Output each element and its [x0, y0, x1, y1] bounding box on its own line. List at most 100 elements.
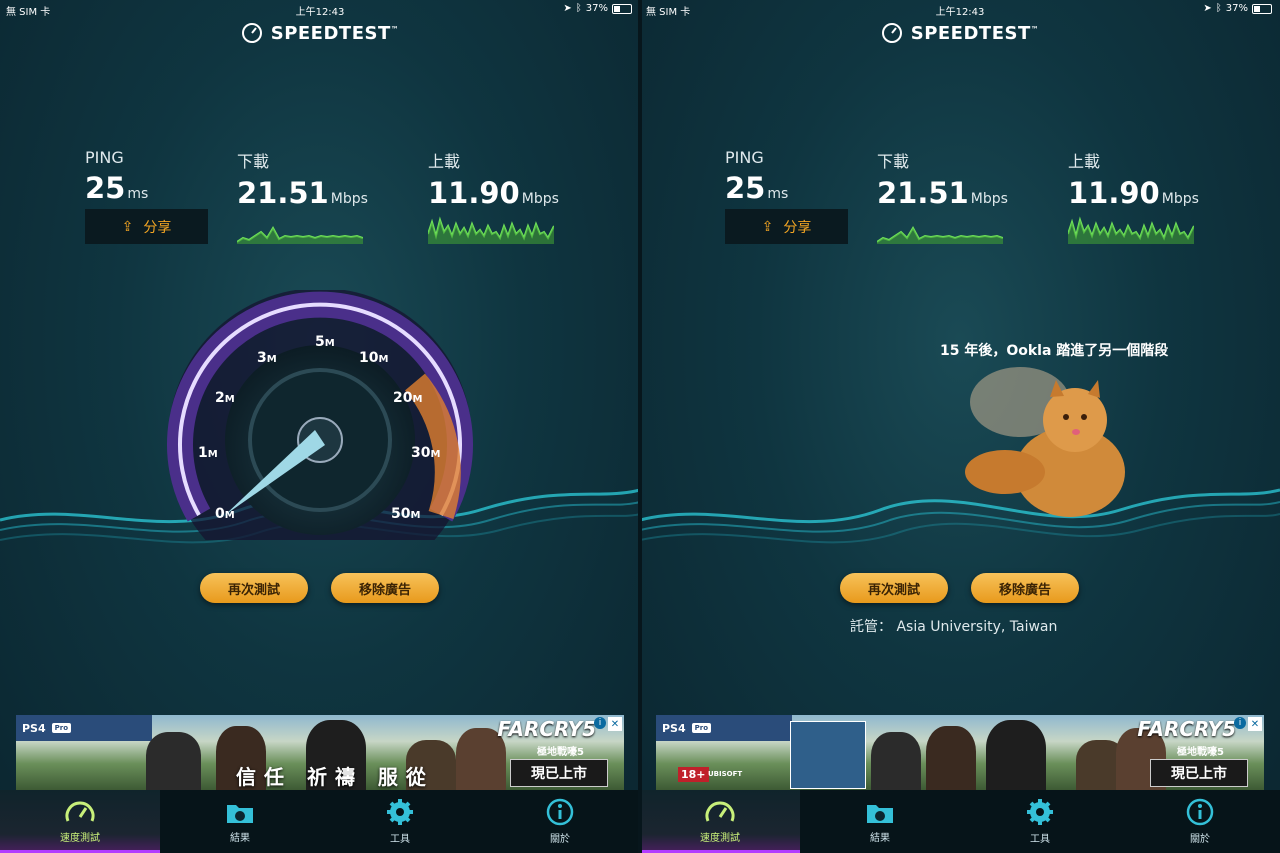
promo-title: 15 年後，Ookla 踏進了另一個階段	[940, 343, 1169, 359]
screen-divider	[638, 0, 642, 853]
download-metric: 下載 21.51 Mbps	[877, 148, 1008, 210]
battery-percent: 37%	[1225, 3, 1248, 14]
app-title: SPEEDTEST	[270, 22, 391, 44]
tab-results[interactable]: 結果	[800, 790, 960, 853]
download-unit: Mbps	[970, 191, 1008, 207]
share-button[interactable]: ⇪ 分享	[725, 209, 848, 244]
battery-icon	[612, 3, 632, 14]
folder-icon	[867, 805, 893, 823]
ping-unit: ms	[127, 186, 149, 202]
share-icon: ⇪	[761, 218, 774, 235]
remove-ads-button[interactable]: 移除廣告	[331, 573, 439, 603]
download-label: 下載	[237, 152, 270, 171]
upload-value: 11.90	[428, 176, 520, 210]
host-info: 託管： Asia University, Taiwan	[850, 616, 1057, 636]
tab-label: 速度測試	[700, 833, 740, 844]
tab-about[interactable]: 關於	[480, 790, 640, 853]
location-icon: ➤	[1203, 3, 1212, 14]
tab-bar: 速度測試 結果 工具 關於	[0, 790, 640, 853]
download-sparkline	[237, 225, 363, 244]
upload-metric: 上載 11.90 Mbps	[1068, 148, 1199, 210]
location-icon: ➤	[563, 3, 572, 14]
screen-left: 無 SIM 卡 上午12:43 ➤ ᛒ 37% SPEEDTEST™ PING …	[0, 0, 640, 853]
tab-about[interactable]: 關於	[1120, 790, 1280, 853]
app-title: SPEEDTEST	[910, 22, 1031, 44]
ad-brand: FARCRY5	[1137, 717, 1236, 741]
remove-ads-button[interactable]: 移除廣告	[971, 573, 1079, 603]
ps4-badge: PS4 Pro	[16, 715, 152, 741]
download-unit: Mbps	[330, 191, 368, 207]
screens-container: 無 SIM 卡 上午12:43 ➤ ᛒ 37% SPEEDTEST™ PING …	[0, 0, 1280, 853]
publisher-logo: UBISOFT	[708, 770, 743, 778]
upload-value: 11.90	[1068, 176, 1160, 210]
download-value: 21.51	[877, 176, 969, 210]
tab-label: 速度測試	[60, 833, 100, 844]
upload-label: 上載	[1068, 152, 1101, 171]
ad-slogan: 信任 祈禱 服從	[236, 765, 434, 789]
share-icon: ⇪	[121, 218, 134, 235]
ad-banner[interactable]: PS4 Pro 18+ UBISOFT FARCRY5 極地戰嚎5 現已上市 i …	[656, 715, 1264, 790]
bluetooth-icon: ᛒ	[1215, 3, 1222, 14]
tab-label: 關於	[1190, 834, 1210, 845]
download-sparkline	[877, 225, 1003, 244]
ad-cta-button[interactable]: 現已上市	[510, 759, 608, 787]
ping-metric: PING 25 ms	[85, 148, 148, 205]
ps4-badge: PS4 Pro	[656, 715, 792, 741]
ad-info-icon[interactable]: i	[1234, 717, 1246, 729]
ad-close-icon[interactable]: ✕	[608, 717, 622, 731]
ping-label: PING	[85, 148, 124, 167]
clock: 上午12:43	[935, 7, 985, 18]
info-icon	[546, 798, 574, 826]
gear-icon	[1027, 799, 1053, 825]
ping-value: 25	[85, 171, 126, 205]
share-label: 分享	[143, 219, 172, 236]
upload-sparkline	[1068, 216, 1194, 244]
app-logo: SPEEDTEST™	[640, 22, 1280, 44]
ad-banner[interactable]: PS4 Pro 信任 祈禱 服從 FARCRY5 極地戰嚎5 現已上市 i ✕	[16, 715, 624, 790]
tab-speedtest[interactable]: 速度測試	[640, 790, 800, 853]
tab-bar: 速度測試 結果 工具 關於	[640, 790, 1280, 853]
host-label: 託管：	[850, 619, 892, 635]
ping-unit: ms	[767, 186, 789, 202]
speedometer-icon	[705, 801, 735, 822]
tab-speedtest[interactable]: 速度測試	[0, 790, 160, 853]
ad-info-icon[interactable]: i	[594, 717, 606, 729]
speedometer-icon	[65, 801, 95, 822]
tab-label: 結果	[230, 833, 250, 844]
cat-illustration	[965, 367, 1125, 517]
folder-icon	[227, 805, 253, 823]
ad-cta-button[interactable]: 現已上市	[1150, 759, 1248, 787]
ad-brand: FARCRY5	[497, 717, 596, 741]
share-label: 分享	[783, 219, 812, 236]
tab-label: 關於	[550, 834, 570, 845]
tab-label: 工具	[1030, 834, 1050, 845]
status-bar: 無 SIM 卡 上午12:43 ➤ ᛒ 37%	[640, 0, 1280, 18]
download-value: 21.51	[237, 176, 329, 210]
battery-icon	[1252, 3, 1272, 14]
retest-button[interactable]: 再次測試	[840, 573, 948, 603]
speedometer-logo-icon	[241, 23, 262, 43]
ad-subtitle: 極地戰嚎5	[1177, 747, 1224, 758]
upload-sparkline	[428, 216, 554, 244]
trademark: ™	[390, 24, 400, 34]
host-value: Asia University, Taiwan	[896, 619, 1058, 635]
app-logo: SPEEDTEST™	[0, 22, 640, 44]
gear-icon	[387, 799, 413, 825]
screen-right: 無 SIM 卡 上午12:43 ➤ ᛒ 37% SPEEDTEST™ PING …	[640, 0, 1280, 853]
speedometer-logo-icon	[881, 23, 902, 43]
upload-label: 上載	[428, 152, 461, 171]
tab-label: 工具	[390, 834, 410, 845]
tab-tools[interactable]: 工具	[960, 790, 1120, 853]
retest-button[interactable]: 再次測試	[200, 573, 308, 603]
speed-gauge: 0M 1M 2M 3M 5M 10M 20M 30M 50M	[167, 290, 473, 540]
battery-percent: 37%	[585, 3, 608, 14]
share-button[interactable]: ⇪ 分享	[85, 209, 208, 244]
ad-close-icon[interactable]: ✕	[1248, 717, 1262, 731]
upload-unit: Mbps	[1161, 191, 1199, 207]
age-rating: 18+	[678, 767, 709, 782]
tab-tools[interactable]: 工具	[320, 790, 480, 853]
tab-results[interactable]: 結果	[160, 790, 320, 853]
upload-metric: 上載 11.90 Mbps	[428, 148, 559, 210]
bluetooth-icon: ᛒ	[575, 3, 582, 14]
clock: 上午12:43	[295, 7, 345, 18]
